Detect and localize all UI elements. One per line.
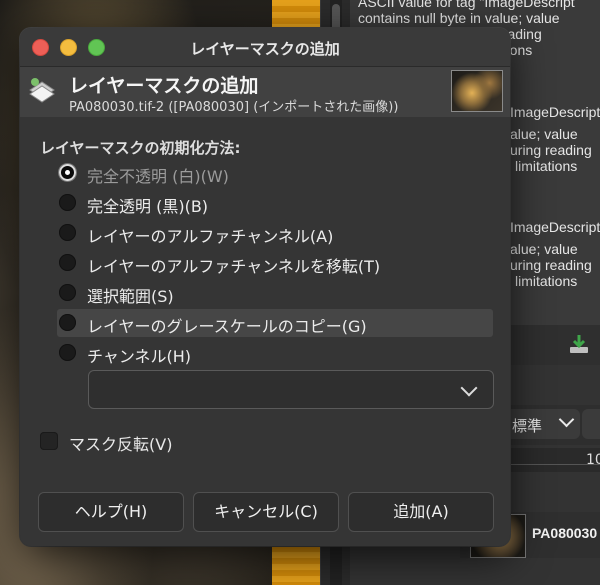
option-black-full-transparency[interactable]: 完全透明 (黒)(B) xyxy=(57,189,493,217)
option-label: チャンネル(H) xyxy=(87,347,192,366)
window-title: レイヤーマスクの追加 xyxy=(190,40,340,58)
log-line: limitations xyxy=(515,158,578,174)
dialog-header: レイヤーマスクの追加 PA080030.tif-2 ([PA080030] (イ… xyxy=(20,67,510,117)
save-download-icon[interactable] xyxy=(568,333,590,355)
channel-dropdown[interactable] xyxy=(88,370,494,409)
add-button[interactable]: 追加(A) xyxy=(348,492,494,532)
layer-mode-value: 標準 xyxy=(512,418,543,435)
option-label: レイヤーのアルファチャンネルを移転(T) xyxy=(87,257,381,276)
option-grayscale-copy[interactable]: レイヤーのグレースケールのコピー(G) xyxy=(57,309,493,337)
radio-button[interactable] xyxy=(59,344,76,361)
log-line: limitations xyxy=(515,273,578,289)
log-line: uring reading xyxy=(510,142,592,158)
radio-button[interactable] xyxy=(59,284,76,301)
option-label: 完全不透明 (白)(W) xyxy=(87,167,229,186)
layer-mode-select[interactable]: 標準 xyxy=(502,409,580,439)
option-label: レイヤーのアルファチャンネル(A) xyxy=(87,227,334,246)
log-line: alue; value xyxy=(510,126,578,142)
dialog-subheading: PA080030.tif-2 ([PA080030] (インポートされた画像)) xyxy=(69,100,399,115)
radio-button[interactable] xyxy=(59,194,76,211)
invert-mask-checkbox[interactable] xyxy=(40,432,58,450)
option-label: 完全透明 (黒)(B) xyxy=(87,197,209,216)
cancel-button[interactable]: キャンセル(C) xyxy=(193,492,339,532)
invert-mask-label: マスク反転(V) xyxy=(69,435,173,454)
option-layer-alpha[interactable]: レイヤーのアルファチャンネル(A) xyxy=(57,219,493,247)
radio-button[interactable] xyxy=(59,314,76,331)
layer-name: PA080030 xyxy=(532,525,598,541)
log-line: alue; value xyxy=(510,241,578,257)
chevron-down-icon xyxy=(558,411,575,428)
option-label: 選択範囲(S) xyxy=(87,287,174,306)
layer-mask-icon xyxy=(29,78,55,103)
invert-mask-checkbox-row[interactable]: マスク反転(V) xyxy=(40,430,240,454)
chevron-down-icon xyxy=(460,379,478,397)
option-transfer-layer-alpha[interactable]: レイヤーのアルファチャンネルを移転(T) xyxy=(57,249,493,277)
dialog-heading: レイヤーマスクの追加 xyxy=(69,75,259,97)
help-button[interactable]: ヘルプ(H) xyxy=(38,492,184,532)
option-channel[interactable]: チャンネル(H) xyxy=(57,339,493,367)
log-line: ASCII value for tag "ImageDescript xyxy=(358,0,575,10)
radio-button-selected[interactable] xyxy=(59,164,76,181)
add-layer-mask-dialog: レイヤーマスクの追加 レイヤーマスクの追加 PA080030.tif-2 ([P… xyxy=(20,28,510,546)
opacity-scale-value: 10 xyxy=(586,452,600,468)
dialog-titlebar[interactable]: レイヤーマスクの追加 xyxy=(20,28,510,67)
log-line: ImageDescript xyxy=(510,219,600,235)
image-thumbnail xyxy=(451,70,503,112)
option-white-full-opacity[interactable]: 完全不透明 (白)(W) xyxy=(57,159,493,187)
log-line: uring reading xyxy=(510,257,592,273)
option-label: レイヤーのグレースケールのコピー(G) xyxy=(87,317,367,336)
option-selection[interactable]: 選択範囲(S) xyxy=(57,279,493,307)
layer-mode-reset-button[interactable] xyxy=(582,409,600,439)
init-method-label: レイヤーマスクの初期化方法: xyxy=(40,139,241,157)
radio-button[interactable] xyxy=(59,224,76,241)
radio-button[interactable] xyxy=(59,254,76,271)
log-line: ImageDescript xyxy=(510,104,600,120)
log-line: contains null byte in value; value xyxy=(358,10,560,26)
